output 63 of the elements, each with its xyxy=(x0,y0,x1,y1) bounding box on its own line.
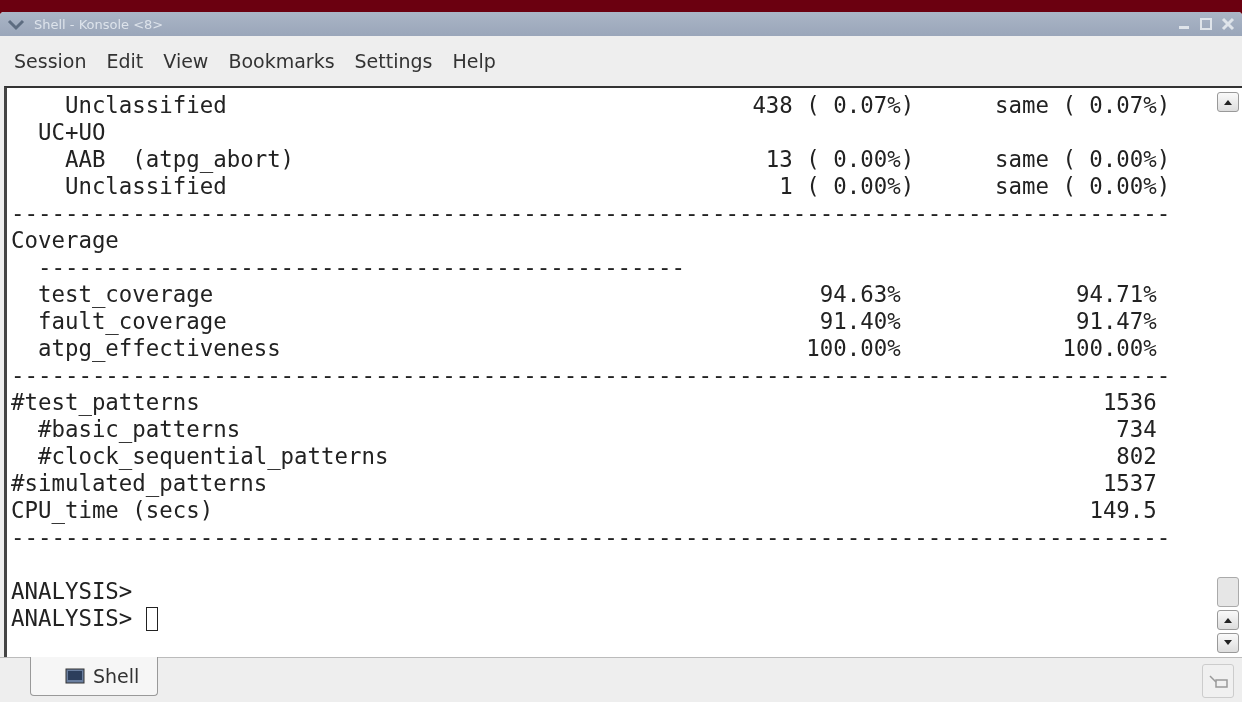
statistic-value: 1536 xyxy=(1102,389,1157,416)
coverage-value: 100.00% xyxy=(1062,335,1157,362)
menu-item[interactable]: Edit xyxy=(98,46,152,76)
window-title: Shell - Konsole <8> xyxy=(34,16,165,32)
comparison-percent: ( 0.00%) xyxy=(1062,146,1171,173)
comparison-percent: ( 0.07%) xyxy=(1062,92,1171,119)
dashed-separator: -------------------------------------------------------------------------------------- xyxy=(11,524,1171,551)
scroll-down-button[interactable] xyxy=(1217,633,1239,653)
menu-item[interactable]: View xyxy=(155,46,217,76)
fault-percent: ( 0.00%) xyxy=(806,146,915,173)
terminal-text: UC+UO xyxy=(36,119,106,146)
up-arrow-icon xyxy=(1223,617,1233,623)
fault-class-label: AAB (atpg_abort) xyxy=(63,146,295,173)
statistic-label: #basic_patterns xyxy=(36,416,241,443)
close-icon[interactable] xyxy=(1220,16,1236,32)
command-prompt: ANALYSIS> xyxy=(11,605,133,632)
dashed-separator: ------------------------------------------------ xyxy=(36,254,685,281)
dashed-separator: -------------------------------------------------------------------------------------- xyxy=(11,200,1171,227)
scroll-thumb[interactable] xyxy=(1217,577,1239,607)
new-tab-button[interactable] xyxy=(1202,664,1234,698)
fault-count: 438 xyxy=(752,92,793,119)
fault-count: 13 xyxy=(765,146,793,173)
shell-tab[interactable]: Shell xyxy=(30,657,159,696)
down-arrow-icon xyxy=(1223,640,1233,646)
menu-item[interactable]: Help xyxy=(444,46,504,76)
statistic-label: #simulated_patterns xyxy=(11,470,268,497)
statistic-value: 734 xyxy=(1116,416,1157,443)
maximize-icon[interactable] xyxy=(1198,16,1214,32)
comparison-percent: ( 0.00%) xyxy=(1062,173,1171,200)
menu-item[interactable]: Session xyxy=(6,46,95,76)
statistic-label: CPU_time (secs) xyxy=(11,497,214,524)
coverage-value: 100.00% xyxy=(806,335,901,362)
fault-percent: ( 0.00%) xyxy=(806,173,915,200)
up-arrow-icon xyxy=(1223,99,1233,105)
coverage-label: atpg_effectiveness xyxy=(36,335,281,362)
statistic-label: #test_patterns xyxy=(11,389,200,416)
coverage-value: 91.40% xyxy=(819,308,901,335)
fault-class-label: Unclassified xyxy=(63,92,227,119)
statistic-label: #clock_sequential_patterns xyxy=(36,443,389,470)
command-prompt: ANALYSIS> xyxy=(11,578,133,605)
statistic-value: 149.5 xyxy=(1089,497,1157,524)
fault-percent: ( 0.07%) xyxy=(806,92,915,119)
coverage-value: 94.71% xyxy=(1075,281,1157,308)
scroll-up-button[interactable] xyxy=(1217,610,1239,630)
statistic-value: 1537 xyxy=(1102,470,1157,497)
coverage-value: 94.63% xyxy=(819,281,901,308)
terminal-text: Coverage xyxy=(11,227,119,254)
terminal-icon xyxy=(65,668,85,684)
scroll-up-button[interactable] xyxy=(1217,92,1239,112)
coverage-value: 91.47% xyxy=(1075,308,1157,335)
window-menu-icon[interactable] xyxy=(6,17,26,31)
fault-count: 1 xyxy=(779,173,793,200)
statistic-value: 802 xyxy=(1116,443,1157,470)
comparison-label: same xyxy=(995,92,1049,119)
comparison-label: same xyxy=(995,173,1049,200)
menu-item[interactable]: Settings xyxy=(346,46,441,76)
menu-item[interactable]: Bookmarks xyxy=(220,46,343,76)
window-icon xyxy=(1208,674,1228,688)
fault-class-label: Unclassified xyxy=(63,173,227,200)
coverage-label: fault_coverage xyxy=(36,308,227,335)
comparison-label: same xyxy=(995,146,1049,173)
coverage-label: test_coverage xyxy=(36,281,214,308)
dashed-separator: -------------------------------------------------------------------------------------- xyxy=(11,362,1171,389)
